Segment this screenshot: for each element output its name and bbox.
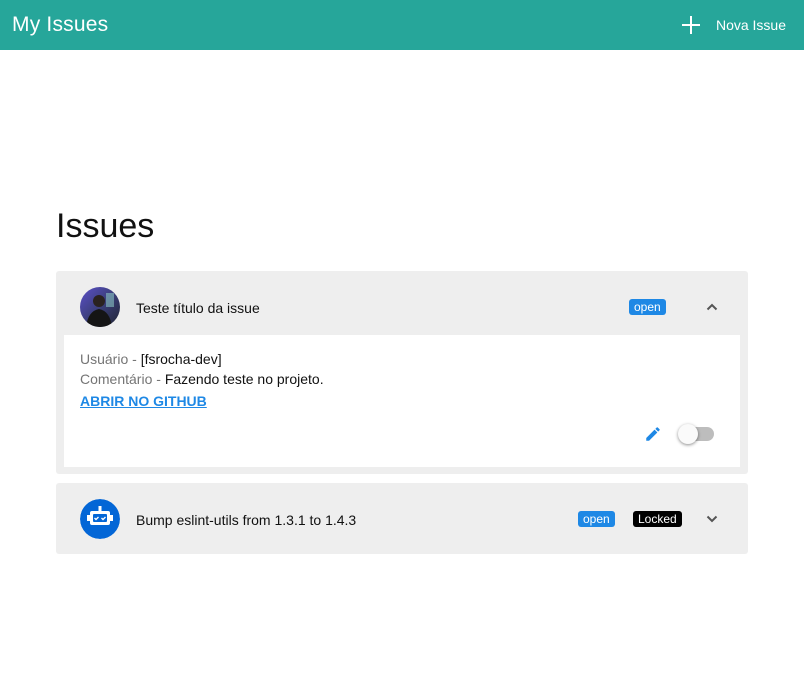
chevron-down-icon[interactable] — [706, 513, 718, 525]
user-label: Usuário - — [80, 351, 141, 367]
app-bar: My Issues Nova Issue — [0, 0, 804, 50]
pencil-icon[interactable] — [644, 425, 662, 443]
comment-line: Comentário - Fazendo teste no projeto. — [80, 371, 324, 387]
new-issue-label: Nova Issue — [715, 17, 786, 33]
user-value: [fsrocha-dev] — [140, 351, 222, 367]
new-issue-button[interactable]: Nova Issue — [681, 0, 786, 50]
issue-toggle[interactable] — [678, 423, 714, 445]
issue-details: Usuário - [fsrocha-dev] Comentário - Faz… — [64, 335, 740, 467]
issue-card: Teste título da issue open Usuário - [fs… — [56, 271, 748, 474]
open-github-link[interactable]: Abrir no github — [80, 393, 207, 409]
issue-header[interactable]: Teste título da issue open — [56, 271, 748, 335]
plus-icon — [681, 16, 700, 34]
status-badge-open: open — [629, 299, 666, 315]
chevron-up-icon[interactable] — [706, 301, 718, 313]
status-badge-locked: Locked — [633, 511, 682, 527]
comment-label: Comentário - — [80, 371, 165, 387]
user-avatar — [80, 287, 120, 327]
app-title: My Issues — [12, 13, 109, 36]
comment-value: Fazendo teste no projeto. — [164, 371, 324, 387]
page-title: Issues — [56, 207, 155, 245]
issue-card: Bump eslint-utils from 1.3.1 to 1.4.3 op… — [56, 483, 748, 554]
issue-title: Bump eslint-utils from 1.3.1 to 1.4.3 — [136, 512, 357, 528]
issue-title: Teste título da issue — [136, 300, 260, 316]
status-badge-open: open — [578, 511, 615, 527]
issue-header[interactable]: Bump eslint-utils from 1.3.1 to 1.4.3 op… — [56, 483, 748, 554]
toggle-thumb — [678, 424, 698, 444]
user-line: Usuário - [fsrocha-dev] — [80, 351, 222, 367]
robot-avatar — [80, 499, 120, 539]
